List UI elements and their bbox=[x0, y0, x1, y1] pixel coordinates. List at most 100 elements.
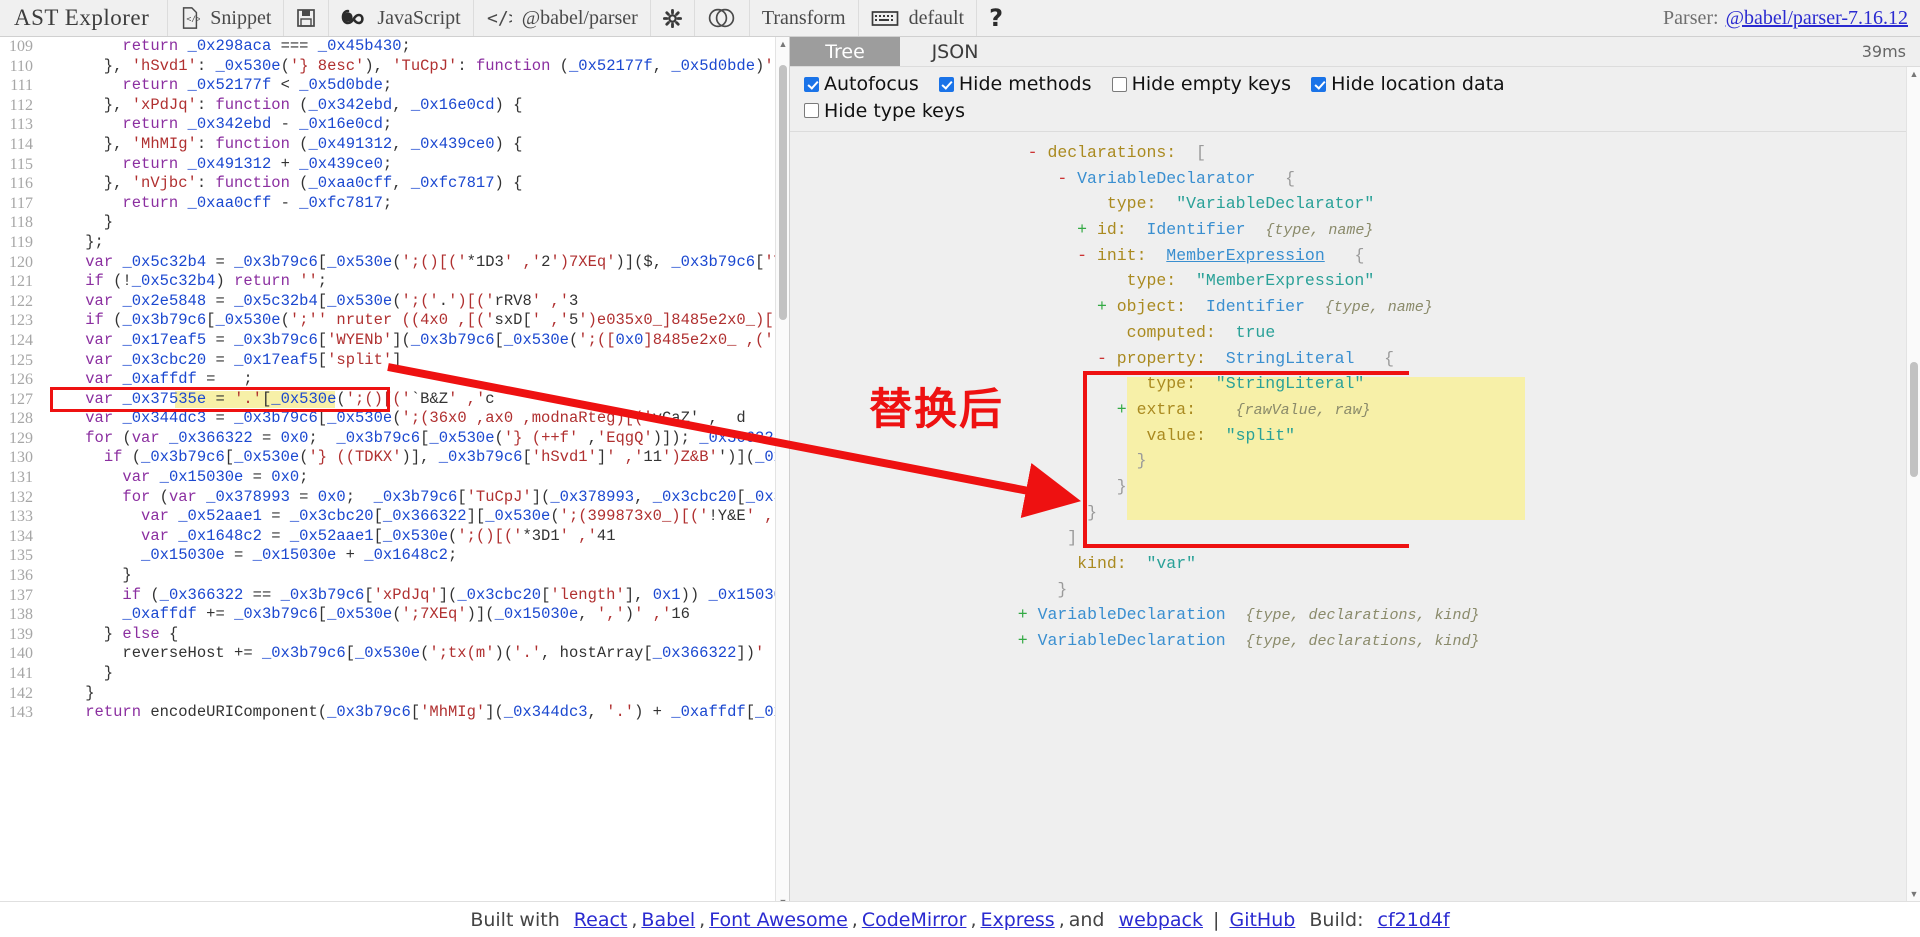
ast-tree-row[interactable]: } bbox=[790, 577, 1906, 603]
footer-link-express[interactable]: Express bbox=[981, 909, 1055, 931]
ast-tree-row[interactable]: - VariableDeclarator { bbox=[790, 166, 1906, 192]
editor-vertical-scrollbar[interactable]: ▲ ▼ bbox=[775, 37, 789, 909]
ast-tree-row[interactable]: computed: true bbox=[790, 320, 1906, 346]
code-line[interactable]: 125 var _0x3cbc20 = _0x17eaf5['split'] bbox=[0, 351, 775, 371]
code-line[interactable]: 118 } bbox=[0, 213, 775, 233]
ast-vertical-scroll-thumb[interactable] bbox=[1910, 362, 1918, 477]
option-autofocus[interactable]: Autofocus bbox=[804, 73, 919, 95]
code-line[interactable]: 123 if (_0x3b79c6[_0x530e(';'' nruter ((… bbox=[0, 311, 775, 331]
option-hide-type-keys[interactable]: Hide type keys bbox=[804, 100, 965, 122]
code-line[interactable]: 127 var _0x37535e = '.'[_0x530e(';()[('`… bbox=[0, 390, 775, 410]
ast-scroll-up-arrow[interactable]: ▲ bbox=[1907, 67, 1920, 81]
code-line[interactable]: 135 _0x15030e = _0x15030e + _0x1648c2; bbox=[0, 546, 775, 566]
hide-type-keys-checkbox[interactable] bbox=[804, 103, 819, 118]
expand-toggle[interactable]: + bbox=[1117, 400, 1137, 419]
expand-toggle[interactable]: + bbox=[1018, 631, 1038, 650]
ast-tree-row[interactable]: + object: Identifier {type, name} bbox=[790, 294, 1906, 320]
transform-selector[interactable]: Transform bbox=[750, 0, 859, 36]
ast-tree-row[interactable]: type: "VariableDeclarator" bbox=[790, 191, 1906, 217]
collapse-toggle[interactable]: - bbox=[1077, 246, 1097, 265]
parser-selector[interactable]: </> @babel/parser bbox=[474, 0, 651, 36]
code-line[interactable]: 109 return _0x298aca === _0x45b430; bbox=[0, 37, 775, 57]
code-line[interactable]: 129 for (var _0x366322 = 0x0; _0x3b79c6[… bbox=[0, 429, 775, 449]
ast-tree-row[interactable]: - declarations: [ bbox=[790, 140, 1906, 166]
ast-tree-row[interactable]: - init: MemberExpression { bbox=[790, 243, 1906, 269]
code-line[interactable]: 140 reverseHost += _0x3b79c6[_0x530e(';t… bbox=[0, 644, 775, 664]
collapse-toggle[interactable]: - bbox=[1028, 143, 1048, 162]
tab-tree[interactable]: Tree bbox=[790, 37, 900, 66]
ast-tree-row[interactable]: kind: "var" bbox=[790, 551, 1906, 577]
ast-value[interactable]: Identifier bbox=[1206, 297, 1305, 316]
ast-tree-row[interactable]: + VariableDeclaration {type, declaration… bbox=[790, 628, 1906, 654]
ast-value[interactable]: StringLiteral bbox=[1226, 349, 1355, 368]
code-line[interactable]: 128 var _0x344dc3 = _0x3b79c6[_0x530e(';… bbox=[0, 409, 775, 429]
code-line[interactable]: 143 return encodeURIComponent(_0x3b79c6[… bbox=[0, 703, 775, 723]
scroll-up-arrow[interactable]: ▲ bbox=[776, 37, 789, 51]
expand-toggle[interactable]: + bbox=[1018, 605, 1038, 624]
language-selector[interactable]: JavaScript bbox=[329, 0, 474, 36]
hide-empty-keys-checkbox[interactable] bbox=[1111, 76, 1127, 92]
code-line[interactable]: 130 if (_0x3b79c6[_0x530e('} ((TDKX')], … bbox=[0, 448, 775, 468]
footer-link-webpack[interactable]: webpack bbox=[1119, 909, 1203, 931]
help-button[interactable]: ? bbox=[977, 0, 1015, 36]
code-line[interactable]: 112 }, 'xPdJq': function (_0x342ebd, _0x… bbox=[0, 96, 775, 116]
code-line[interactable]: 142 } bbox=[0, 684, 775, 704]
collapse-toggle[interactable]: - bbox=[1097, 349, 1117, 368]
footer-link-github[interactable]: GitHub bbox=[1229, 909, 1295, 931]
expand-toggle[interactable]: + bbox=[1077, 220, 1097, 239]
ast-tree-row[interactable]: - property: StringLiteral { bbox=[790, 346, 1906, 372]
footer-link-font-awesome[interactable]: Font Awesome bbox=[709, 909, 848, 931]
hide-location-data-checkbox[interactable] bbox=[1311, 76, 1327, 92]
code-line[interactable]: 111 return _0x52177f < _0x5d0bde; bbox=[0, 76, 775, 96]
ast-tree-row[interactable]: ] bbox=[790, 525, 1906, 551]
hide-methods-checkbox[interactable] bbox=[938, 76, 954, 92]
code-line[interactable]: 137 if (_0x366322 == _0x3b79c6['xPdJq'](… bbox=[0, 586, 775, 606]
option-hide-empty-keys[interactable]: Hide empty keys bbox=[1111, 73, 1291, 95]
keymap-selector[interactable]: default bbox=[859, 0, 978, 36]
ast-tree-row[interactable]: } bbox=[790, 474, 1906, 500]
ast-scroll-down-arrow[interactable]: ▼ bbox=[1907, 887, 1920, 901]
ast-tree-row[interactable]: } bbox=[790, 500, 1906, 526]
ast-vertical-scrollbar[interactable]: ▲ ▼ bbox=[1906, 67, 1920, 901]
autofocus-checkbox[interactable] bbox=[804, 76, 819, 92]
code-line[interactable]: 132 for (var _0x378993 = 0x0; _0x3b79c6[… bbox=[0, 488, 775, 508]
theme-toggle-button[interactable] bbox=[695, 0, 750, 36]
ast-value[interactable]: MemberExpression bbox=[1166, 246, 1324, 265]
code-line[interactable]: 114 }, 'MhMIg': function (_0x491312, _0x… bbox=[0, 135, 775, 155]
code-line[interactable]: 138 _0xaffdf += _0x3b79c6[_0x530e(';7XEq… bbox=[0, 605, 775, 625]
code-line[interactable]: 122 var _0x2e5848 = _0x5c32b4[_0x530e(';… bbox=[0, 292, 775, 312]
ast-tree-row[interactable]: } bbox=[790, 448, 1906, 474]
code-line[interactable]: 110 }, 'hSvd1': _0x530e('} 8esc'), 'TuCp… bbox=[0, 57, 775, 77]
parser-settings-button[interactable] bbox=[651, 0, 695, 36]
code-line[interactable]: 117 return _0xaa0cff - _0xfc7817; bbox=[0, 194, 775, 214]
code-line[interactable]: 119 }; bbox=[0, 233, 775, 253]
code-line[interactable]: 126 var _0xaffdf = ; bbox=[0, 370, 775, 390]
code-line[interactable]: 121 if (!_0x5c32b4) return ''; bbox=[0, 272, 775, 292]
ast-tree-scroll-region[interactable]: - declarations: [ - VariableDeclarator {… bbox=[790, 134, 1906, 901]
code-line[interactable]: 141 } bbox=[0, 664, 775, 684]
expand-toggle[interactable]: + bbox=[1097, 297, 1117, 316]
code-line[interactable]: 116 }, 'nVjbc': function (_0xaa0cff, _0x… bbox=[0, 174, 775, 194]
ast-value[interactable]: VariableDeclarator bbox=[1077, 169, 1255, 188]
ast-value[interactable]: Identifier bbox=[1147, 220, 1246, 239]
collapse-toggle[interactable]: - bbox=[1057, 169, 1077, 188]
ast-tree-row[interactable]: + id: Identifier {type, name} bbox=[790, 217, 1906, 243]
editor-vertical-scroll-thumb[interactable] bbox=[779, 65, 787, 320]
ast-value[interactable]: VariableDeclaration bbox=[1038, 631, 1226, 650]
code-editor-pane[interactable]: 109 return _0x298aca === _0x45b430; 110 }… bbox=[0, 37, 790, 937]
code-line[interactable]: 124 var _0x17eaf5 = _0x3b79c6['WYENb'](_… bbox=[0, 331, 775, 351]
ast-tree-row[interactable]: type: "MemberExpression" bbox=[790, 268, 1906, 294]
code-line[interactable]: 134 var _0x1648c2 = _0x52aae1[_0x530e(';… bbox=[0, 527, 775, 547]
code-line[interactable]: 139 } else { bbox=[0, 625, 775, 645]
snippet-menu[interactable]: </> Snippet bbox=[168, 0, 285, 36]
parser-version-link[interactable]: @babel/parser-7.16.12 bbox=[1726, 7, 1908, 30]
footer-build-hash[interactable]: cf21d4f bbox=[1378, 909, 1450, 931]
code-line[interactable]: 113 return _0x342ebd - _0x16e0cd; bbox=[0, 115, 775, 135]
code-line[interactable]: 136 } bbox=[0, 566, 775, 586]
code-line[interactable]: 131 var _0x15030e = 0x0; bbox=[0, 468, 775, 488]
ast-value[interactable]: VariableDeclaration bbox=[1038, 605, 1226, 624]
code-line[interactable]: 115 return _0x491312 + _0x439ce0; bbox=[0, 155, 775, 175]
footer-link-babel[interactable]: Babel bbox=[641, 909, 695, 931]
option-hide-methods[interactable]: Hide methods bbox=[938, 73, 1092, 95]
code-line[interactable]: 120 var _0x5c32b4 = _0x3b79c6[_0x530e(';… bbox=[0, 253, 775, 273]
